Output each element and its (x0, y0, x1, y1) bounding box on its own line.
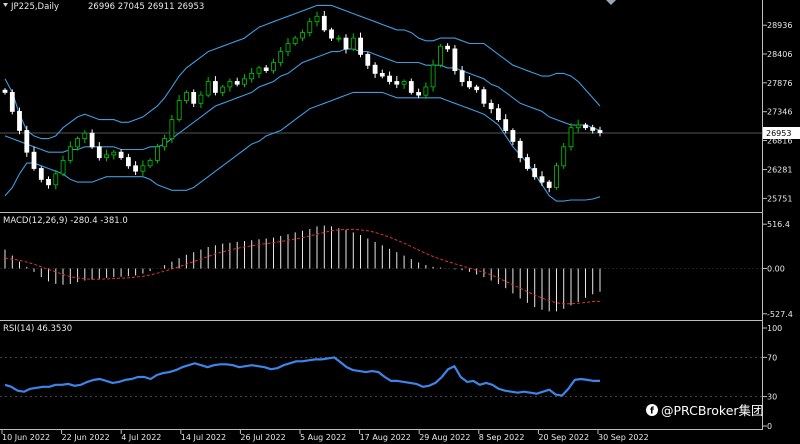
price-tick-label: 27346 (767, 108, 792, 117)
price-tick-label: 28406 (767, 50, 792, 59)
date-tick-label: 10 Jun 2022 (2, 433, 50, 442)
chart-canvas: JP225,Daily 26996 27045 26911 26953 MACD… (0, 0, 800, 444)
price-tick-label: 28936 (767, 21, 792, 30)
rsi-tick-label: 100 (767, 324, 782, 333)
date-tick-label: 20 Sep 2022 (538, 433, 589, 442)
candle (9, 89, 15, 115)
date-tick-label: 8 Sep 2022 (479, 433, 525, 442)
candle (169, 115, 175, 144)
candle (554, 162, 559, 190)
date-tick-label: 22 Jun 2022 (62, 433, 110, 442)
rsi-tick-label: 70 (767, 353, 777, 362)
price-tick-label: 27876 (767, 79, 792, 88)
date-tick-label: 30 Sep 2022 (598, 433, 649, 442)
ohlc-readout: 26996 27045 26911 26953 (88, 2, 204, 12)
watermark-label: @PRCBroker集团 (661, 403, 764, 418)
candle (437, 44, 443, 68)
date-tick-label: 29 Aug 2022 (419, 433, 470, 442)
date-tick-label: 26 Jul 2022 (240, 433, 285, 442)
watermark: f @PRCBroker集团 (646, 403, 764, 418)
macd-tick-label: -527.4 (767, 310, 793, 319)
candle (17, 107, 22, 135)
candle (24, 125, 30, 157)
rsi-title: RSI(14) 46.3530 (3, 324, 72, 334)
chart-title: JP225,Daily (10, 2, 59, 12)
candle (561, 143, 567, 169)
last-price-label: 26953 (766, 129, 791, 138)
macd-tick-label: 0.00 (767, 265, 785, 274)
price-tick-label: 25751 (767, 194, 792, 203)
rsi-tick-label: 0 (767, 422, 772, 431)
candle (452, 45, 458, 75)
date-tick-label: 4 Jul 2022 (121, 433, 161, 442)
rsi-tick-label: 30 (767, 393, 777, 402)
macd-tick-label: 516.4 (767, 220, 790, 229)
price-tick-label: 26281 (767, 166, 792, 175)
candle (154, 143, 160, 164)
date-tick-label: 14 Jul 2022 (181, 433, 226, 442)
svg-text:f: f (650, 407, 654, 417)
date-tick-label: 17 Aug 2022 (360, 433, 411, 442)
date-tick-label: 5 Aug 2022 (300, 433, 346, 442)
macd-title: MACD(12,26,9) -280.4 -381.0 (3, 216, 128, 226)
